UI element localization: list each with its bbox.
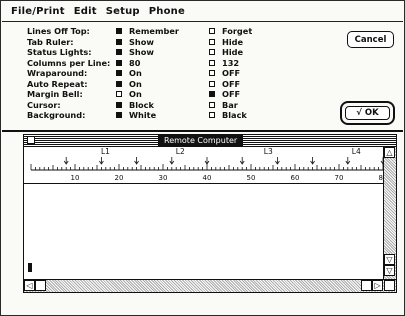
radio-box[interactable] [209,49,215,56]
ruler-column-number: 50 [247,174,256,182]
option-132[interactable]: 132 [209,58,279,69]
menu-bar: File/Print Edit Setup Phone [2,2,403,22]
radio-box[interactable] [116,49,122,56]
ok-button-frame: √ OK [340,101,395,125]
radio-box[interactable] [116,91,122,98]
scroll-up-icon[interactable]: △ [384,147,395,158]
option-off[interactable]: OFF [209,79,279,90]
option-on[interactable]: On [116,89,209,100]
option-hide[interactable]: Hide [209,37,279,48]
setting-status-lights: Status Lights: Show Hide [27,47,279,58]
setting-label: Auto Repeat: [27,78,88,89]
scroll-thumb[interactable] [35,280,46,291]
setting-label: Margin Bell: [27,89,83,99]
radio-box[interactable] [209,59,215,66]
option-on[interactable]: On [116,68,209,79]
close-box-icon[interactable] [27,136,35,144]
menu-edit[interactable]: Edit [74,6,97,17]
ruler-column-number: 40 [203,174,212,182]
ok-button[interactable]: √ OK [345,106,390,120]
radio-box[interactable] [209,70,215,77]
option-bar[interactable]: Bar [209,100,279,111]
option-white[interactable]: White [116,110,209,121]
setting-margin-bell: Margin Bell: On OFF [27,89,279,100]
ruler-column-number: 10 [71,174,80,182]
scroll-down-step-icon[interactable]: ▽ [384,265,395,276]
setting-label: Status Lights: [27,47,92,57]
setting-label: Columns per Line: [27,57,111,68]
radio-box[interactable] [209,38,215,45]
option-on[interactable]: On [116,79,209,90]
ruler-level-label: L4 [352,147,361,156]
vertical-scrollbar[interactable]: △ ▽ ▽ [383,147,396,280]
cancel-button[interactable]: Cancel [347,31,394,48]
scroll-page-icon[interactable] [361,280,372,291]
setting-tab-ruler: Tab Ruler: Show Hide [27,37,279,48]
option-forget[interactable]: Forget [209,26,279,37]
tab-ruler-graphic: L1L2L3L41020304050607080 [30,147,384,182]
horizontal-scrollbar[interactable]: ◁ ▷ [24,279,396,292]
radio-box[interactable] [209,91,215,98]
radio-box[interactable] [209,101,215,108]
option-hide[interactable]: Hide [209,47,279,58]
setting-label: Cursor: [27,99,61,110]
remote-computer-window: Remote Computer L1L2L3L41020304050607080… [23,134,397,293]
divider [2,130,403,132]
window-title-bar[interactable]: Remote Computer [24,135,396,147]
option-remember[interactable]: Remember [116,26,209,37]
radio-box[interactable] [116,28,122,35]
settings-dialog: File/Print Edit Setup Phone Lines Off To… [0,0,405,316]
option-black[interactable]: Black [209,110,279,121]
setting-label: Wraparound: [27,68,88,78]
setting-wraparound: Wraparound: On OFF [27,68,279,79]
menu-setup[interactable]: Setup [106,6,140,17]
menu-phone[interactable]: Phone [149,6,185,17]
option-show[interactable]: Show [116,47,209,58]
scroll-left-icon[interactable]: ◁ [24,280,35,291]
option-off[interactable]: OFF [209,68,279,79]
size-box-icon[interactable] [384,280,395,291]
setting-cursor: Cursor: Block Bar [27,100,279,111]
setting-auto-repeat: Auto Repeat: On OFF [27,79,279,90]
radio-box[interactable] [116,101,122,108]
radio-box[interactable] [116,112,122,119]
menu-file-print[interactable]: File/Print [11,6,65,17]
ruler-level-label: L2 [176,147,185,156]
option-show[interactable]: Show [116,37,209,48]
tab-ruler[interactable]: L1L2L3L41020304050607080 [24,147,384,184]
scroll-down-icon[interactable]: ▽ [384,254,395,265]
setting-label: Background: [27,110,86,120]
ruler-column-number: 70 [335,174,344,182]
radio-box[interactable] [116,38,122,45]
settings-list: Lines Off Top: Remember Forget Tab Ruler… [27,26,279,121]
option-block[interactable]: Block [116,100,209,111]
setting-label: Tab Ruler: [27,36,74,47]
setting-label: Lines Off Top: [27,26,90,36]
radio-box[interactable] [116,59,122,66]
text-cursor [28,263,32,272]
ruler-level-label: L3 [264,147,273,156]
setting-background: Background: White Black [27,110,279,121]
radio-box[interactable] [209,80,215,87]
ruler-column-number: 30 [159,174,168,182]
ruler-level-label: L1 [101,147,110,156]
radio-box[interactable] [116,80,122,87]
setting-columns-per-line: Columns per Line: 80 132 [27,58,279,69]
option-off[interactable]: OFF [209,89,279,100]
ruler-column-number: 60 [291,174,300,182]
ruler-column-number: 20 [115,174,124,182]
radio-box[interactable] [116,70,122,77]
option-80[interactable]: 80 [116,58,209,69]
radio-box[interactable] [209,28,215,35]
window-title: Remote Computer [158,135,244,146]
scroll-right-icon[interactable]: ▷ [372,280,383,291]
setting-lines-off-top: Lines Off Top: Remember Forget [27,26,279,37]
radio-box[interactable] [209,112,215,119]
